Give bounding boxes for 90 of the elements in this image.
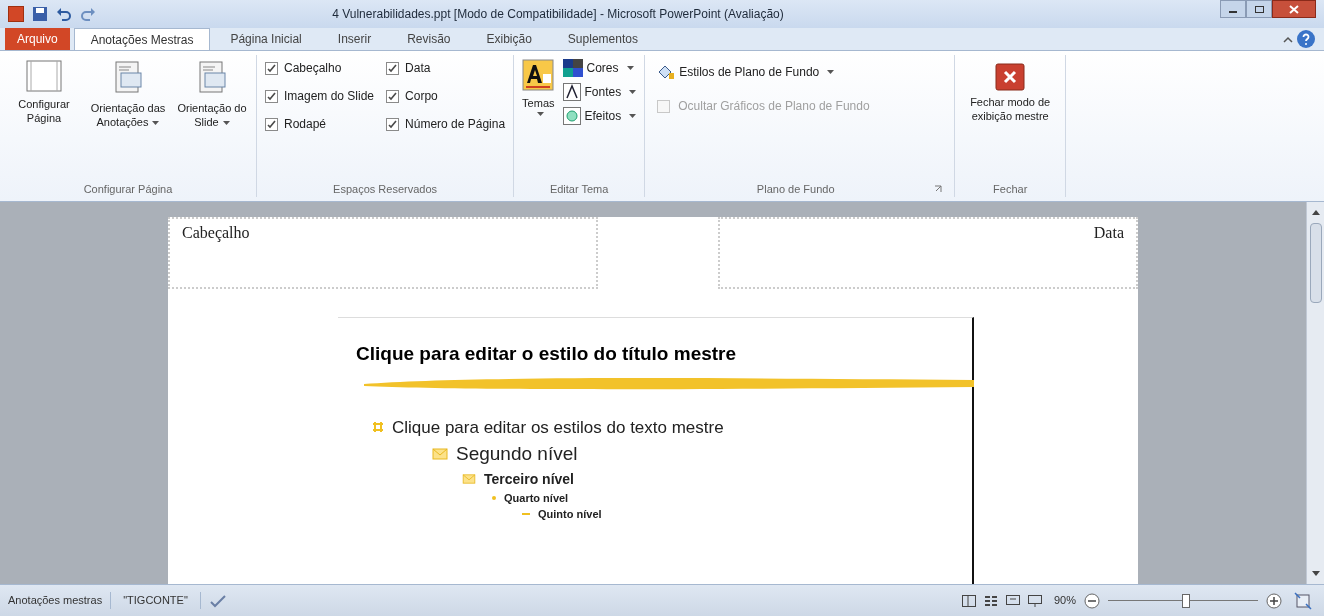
collapse-icon[interactable] (1283, 36, 1293, 44)
zoom-out-icon[interactable] (1084, 592, 1100, 609)
status-view: Anotações mestras (0, 592, 112, 609)
slider-thumb[interactable] (1182, 593, 1190, 608)
group-label: Fechar (992, 181, 1029, 197)
checkbox-label: Ocultar Gráficos de Plano de Fundo (678, 98, 870, 115)
caret-icon (827, 70, 835, 74)
redo-icon[interactable] (80, 6, 96, 22)
checkbox-label: Imagem do Slide (284, 88, 375, 105)
font-icon (562, 83, 581, 101)
group-label: Plano de Fundo (755, 181, 836, 197)
outline-text: Terceiro nível (484, 469, 574, 489)
background-styles-button[interactable]: Estilos de Plano de Fundo (657, 63, 943, 81)
scroll-up-icon[interactable] (1311, 210, 1320, 215)
file-tab[interactable]: Arquivo (5, 28, 70, 50)
bullet-icon (462, 474, 476, 484)
scrollbar[interactable] (1306, 202, 1324, 584)
page-icon (25, 59, 63, 93)
theme-menu-button[interactable]: Fontes (562, 83, 637, 101)
dialog-launcher-icon[interactable] (934, 184, 943, 193)
caret-icon (536, 111, 544, 116)
header-placeholder[interactable]: Cabeçalho (168, 217, 598, 289)
bullet-icon (492, 495, 496, 500)
checkbox-label: Data (405, 60, 431, 77)
caret-icon (629, 90, 637, 94)
checkbox[interactable] (386, 61, 400, 75)
checkbox[interactable] (265, 89, 278, 103)
checkbox-label: Cabeçalho (284, 60, 342, 77)
reading-view-icon[interactable] (1005, 594, 1020, 607)
zoom-level[interactable]: 90% (1053, 592, 1076, 609)
zoom-in-icon[interactable] (1266, 592, 1282, 609)
slide-title: Clique para editar o estilo do título mestre (356, 342, 738, 366)
spelling-check-icon[interactable] (208, 593, 227, 608)
minimize-button[interactable] (1220, 0, 1246, 18)
scroll-thumb[interactable] (1309, 223, 1322, 303)
slideshow-icon[interactable] (1027, 594, 1042, 607)
ribbon-button[interactable]: Orientação das Anotações (88, 55, 168, 129)
ribbon-button[interactable]: Orientação do Slide (172, 55, 252, 129)
group-label: Espaços Reservados (332, 181, 439, 197)
effects-icon (562, 107, 581, 125)
save-icon[interactable] (32, 6, 48, 22)
group-label: Configurar Página (82, 181, 174, 197)
caret-icon (222, 121, 230, 126)
checkbox-label: Corpo (405, 88, 438, 105)
outline-text: Clique para editar os estilos do texto mestre (392, 416, 724, 439)
themes-button[interactable]: Temas (522, 59, 555, 181)
fit-window-icon[interactable] (1294, 591, 1312, 610)
maximize-button[interactable] (1246, 0, 1272, 18)
bullet-icon (372, 421, 384, 434)
checkbox[interactable] (386, 117, 400, 131)
close-icon (1289, 4, 1299, 14)
ribbon-tab[interactable]: Anotações Mestras (73, 28, 211, 50)
outline-text: Segundo nível (456, 442, 578, 466)
checkbox-label: Número de Página (405, 116, 506, 133)
paint-bucket-icon (657, 64, 676, 80)
undo-icon[interactable] (56, 6, 72, 22)
ribbon-tab[interactable]: Inserir (321, 28, 388, 50)
caret-icon (152, 121, 160, 126)
checkbox-label: Rodapé (284, 116, 327, 133)
ribbon-tab[interactable]: Exibição (470, 28, 548, 50)
outline-text: Quinto nível (538, 507, 602, 522)
bullet-icon (522, 513, 530, 516)
scroll-down-icon[interactable] (1311, 571, 1320, 576)
caret-icon (629, 114, 637, 118)
zoom-slider[interactable] (1108, 593, 1258, 608)
normal-view-icon[interactable] (961, 594, 976, 607)
themes-icon (522, 59, 555, 91)
caret-icon (626, 66, 634, 70)
slide-sorter-icon[interactable] (983, 594, 998, 607)
ribbon-tab[interactable]: Página Inicial (214, 28, 318, 50)
window-title: 4 Vulnerabilidades.ppt [Modo de Compatibilidade] - Microsoft PowerPoint (Avaliação) (332, 6, 785, 23)
ribbon-tab[interactable]: Suplementos (551, 28, 654, 50)
help-icon[interactable] (1297, 30, 1315, 48)
app-icon (8, 6, 24, 22)
outline-text: Quarto nível (504, 490, 569, 506)
checkbox[interactable] (386, 89, 400, 103)
ribbon-button[interactable]: Configurar Página (4, 55, 84, 125)
ribbon-tab[interactable]: Revisão (391, 28, 467, 50)
status-theme: "TIGCONTE" (111, 592, 201, 609)
theme-menu-button[interactable]: Efeitos (562, 107, 637, 125)
group-label: Editar Tema (548, 181, 610, 197)
close-button[interactable] (1272, 0, 1316, 18)
checkbox[interactable] (265, 61, 278, 75)
checkbox[interactable] (265, 117, 278, 131)
date-placeholder[interactable]: Data (718, 217, 1138, 289)
palette-icon (562, 59, 583, 77)
close-master-button[interactable]: Fechar modo de exibição mestre (963, 55, 1058, 181)
bullet-icon (432, 448, 448, 461)
theme-menu-button[interactable]: Cores (562, 59, 637, 77)
close-icon (995, 63, 1026, 91)
